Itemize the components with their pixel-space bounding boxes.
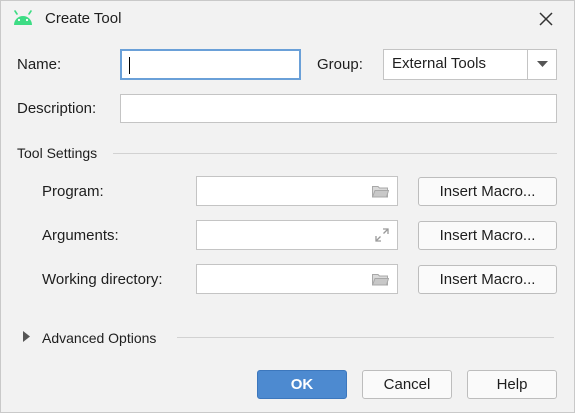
create-tool-dialog: Create Tool Name: Group: External Tools … [0,0,575,413]
arguments-input[interactable] [196,220,398,250]
program-label: Program: [42,183,104,200]
text-caret [129,57,130,74]
chevron-down-icon [537,61,548,67]
folder-icon[interactable] [372,185,389,198]
ok-button[interactable]: OK [257,370,347,399]
group-dropdown-button[interactable] [527,50,556,79]
arguments-label: Arguments: [42,227,119,244]
tool-settings-separator [113,153,557,154]
group-value: External Tools [392,55,486,72]
folder-icon[interactable] [372,273,389,286]
advanced-options-separator [177,337,554,338]
insert-macro-working-directory-button[interactable]: Insert Macro... [418,265,557,294]
program-input[interactable] [196,176,398,206]
expand-triangle-icon[interactable] [23,331,30,342]
insert-macro-arguments-button[interactable]: Insert Macro... [418,221,557,250]
working-directory-input[interactable] [196,264,398,294]
help-button[interactable]: Help [467,370,557,399]
name-input[interactable] [120,49,301,80]
description-input[interactable] [120,94,557,123]
name-label: Name: [17,56,62,73]
working-directory-label: Working directory: [42,271,163,288]
description-label: Description: [17,100,97,117]
close-icon[interactable] [537,10,555,28]
android-icon [14,10,32,25]
tool-settings-title: Tool Settings [17,145,98,161]
dialog-title: Create Tool [45,10,122,27]
cancel-button[interactable]: Cancel [362,370,452,399]
group-combobox[interactable]: External Tools [383,49,557,80]
expand-icon[interactable] [374,227,390,243]
advanced-options-toggle[interactable]: Advanced Options [42,330,156,346]
insert-macro-program-button[interactable]: Insert Macro... [418,177,557,206]
group-label: Group: [317,56,363,73]
